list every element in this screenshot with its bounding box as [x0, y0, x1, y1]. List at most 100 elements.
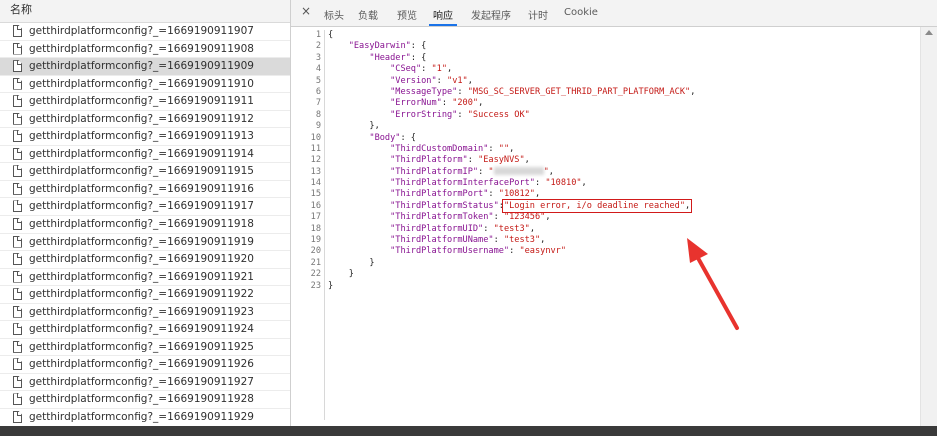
document-fold	[17, 25, 22, 30]
line-number: 3	[315, 52, 321, 63]
request-name: getthirdplatformconfig?_=1669190911926	[29, 358, 254, 371]
request-name: getthirdplatformconfig?_=1669190911919	[29, 235, 254, 248]
json-string: "Success OK"	[467, 109, 530, 120]
request-row[interactable]: getthirdplatformconfig?_=1669190911915	[0, 163, 290, 181]
json-key: "ErrorNum"	[390, 98, 442, 109]
tab-payload[interactable]: 负载	[358, 7, 378, 22]
json-string: "123456"	[503, 212, 546, 223]
line-number: 22	[310, 269, 321, 280]
redacted-ip	[493, 167, 544, 176]
line-number: 2	[315, 41, 321, 52]
request-row[interactable]: getthirdplatformconfig?_=1669190911918	[0, 216, 290, 234]
name-column-header[interactable]: 名称	[0, 0, 290, 23]
json-key: "EasyDarwin"	[348, 41, 411, 52]
line-number: 5	[315, 75, 321, 86]
code-line: "EasyDarwin": {	[328, 41, 695, 52]
request-row[interactable]: getthirdplatformconfig?_=1669190911914	[0, 146, 290, 164]
request-name: getthirdplatformconfig?_=1669190911922	[29, 288, 254, 301]
code-line: },	[328, 121, 695, 132]
close-icon[interactable]: ×	[301, 4, 311, 18]
request-row[interactable]: getthirdplatformconfig?_=1669190911907	[0, 23, 290, 41]
code-line: {	[328, 30, 695, 41]
line-number: 14	[310, 178, 321, 189]
json-key: "ThirdCustomDomain"	[390, 143, 489, 154]
request-name: getthirdplatformconfig?_=1669190911923	[29, 305, 254, 318]
request-detail-panel: × 标头 负载 预览 响应 发起程序 计时 Cookie 1 2 3 4 5 6 7 8 9 10…	[291, 0, 937, 426]
code-line: "ThirdPlatformInterfacePort": "10810",	[390, 178, 587, 189]
request-row[interactable]: getthirdplatformconfig?_=1669190911927	[0, 374, 290, 392]
code-line: "CSeq": "1",	[390, 64, 453, 75]
request-row[interactable]: getthirdplatformconfig?_=1669190911924	[0, 321, 290, 339]
tab-initiator[interactable]: 发起程序	[471, 7, 511, 22]
request-row[interactable]: getthirdplatformconfig?_=1669190911912	[0, 111, 290, 129]
tab-preview[interactable]: 预览	[397, 7, 417, 22]
punct: : {	[400, 132, 416, 143]
request-row[interactable]: getthirdplatformconfig?_=1669190911929	[0, 409, 290, 426]
line-number: 6	[315, 86, 321, 97]
code-line: "ThirdPlatformPort": "10812",	[390, 189, 541, 200]
request-row[interactable]: getthirdplatformconfig?_=1669190911926	[0, 356, 290, 374]
request-row[interactable]: getthirdplatformconfig?_=1669190911922	[0, 286, 290, 304]
line-number: 16	[310, 200, 321, 211]
document-fold	[17, 288, 22, 294]
request-name: getthirdplatformconfig?_=1669190911928	[29, 393, 254, 406]
request-name: getthirdplatformconfig?_=1669190911911	[29, 95, 254, 108]
request-row[interactable]: getthirdplatformconfig?_=1669190911916	[0, 181, 290, 199]
json-key: "ThirdPlatformStatus"	[390, 200, 499, 211]
response-body[interactable]: 1 2 3 4 5 6 7 8 9 10 11 12 13 14 15 16 17 18 19 20 21 22 23 { …	[291, 27, 917, 426]
json-string: "1"	[431, 64, 448, 75]
request-row[interactable]: getthirdplatformconfig?_=1669190911910	[0, 76, 290, 94]
json-key: "Body"	[369, 132, 401, 143]
json-string: "easynvr"	[519, 246, 567, 257]
document-fold	[17, 77, 22, 83]
request-name: getthirdplatformconfig?_=1669190911920	[29, 253, 254, 266]
line-number: 12	[310, 155, 321, 166]
request-row[interactable]: getthirdplatformconfig?_=1669190911919	[0, 234, 290, 252]
request-row[interactable]: getthirdplatformconfig?_=1669190911913	[0, 128, 290, 146]
document-fold	[17, 95, 22, 101]
document-fold	[17, 323, 22, 329]
punct: },	[369, 121, 380, 132]
line-number: 20	[310, 246, 321, 257]
document-fold	[17, 112, 22, 118]
document-fold	[17, 375, 22, 381]
document-fold	[17, 130, 22, 136]
document-fold	[17, 305, 22, 311]
tab-cookie[interactable]: Cookie	[564, 7, 598, 18]
code-line: "ThirdCustomDomain": "",	[390, 143, 515, 154]
json-string: "EasyNVS"	[478, 155, 525, 166]
line-number: 13	[310, 166, 321, 177]
json-string: "test3"	[503, 235, 541, 246]
request-row[interactable]: getthirdplatformconfig?_=1669190911925	[0, 339, 290, 357]
vertical-scrollbar[interactable]	[920, 27, 937, 426]
request-row[interactable]: getthirdplatformconfig?_=1669190911920	[0, 251, 290, 269]
json-string: "	[543, 166, 549, 177]
line-number: 8	[315, 109, 321, 120]
request-row[interactable]: getthirdplatformconfig?_=1669190911928	[0, 391, 290, 410]
document-fold	[17, 200, 22, 206]
code-line: "ErrorString": "Success OK"	[390, 109, 530, 120]
json-key: "ThirdPlatformUsername"	[390, 246, 510, 257]
request-row[interactable]: getthirdplatformconfig?_=1669190911923	[0, 304, 290, 322]
tab-response[interactable]: 响应	[429, 7, 457, 26]
document-fold	[17, 411, 22, 417]
punct: : {	[410, 41, 427, 52]
code-line: "ThirdPlatformStatus":"Login error, i/o …	[390, 198, 693, 213]
tab-timing[interactable]: 计时	[528, 7, 548, 22]
json-key: "CSeq"	[390, 64, 422, 75]
json-key: "ThirdPlatformUID"	[390, 223, 484, 234]
tab-headers[interactable]: 标头	[324, 7, 344, 22]
line-number: 18	[310, 223, 321, 234]
request-row[interactable]: getthirdplatformconfig?_=1669190911908	[0, 41, 290, 59]
code-line: "Version": "v1",	[390, 75, 473, 86]
request-row[interactable]: getthirdplatformconfig?_=1669190911921	[0, 269, 290, 287]
request-row[interactable]: getthirdplatformconfig?_=1669190911917	[0, 198, 290, 217]
request-row[interactable]: getthirdplatformconfig?_=1669190911909	[0, 58, 290, 76]
line-number: 11	[310, 143, 321, 154]
request-row[interactable]: getthirdplatformconfig?_=1669190911911	[0, 93, 290, 111]
request-name: getthirdplatformconfig?_=1669190911917	[29, 200, 254, 213]
scroll-up-icon[interactable]	[925, 30, 933, 35]
json-key: "Header"	[369, 52, 411, 63]
json-key: "ThirdPlatformUName"	[390, 235, 494, 246]
json-string: "10812"	[498, 189, 535, 200]
